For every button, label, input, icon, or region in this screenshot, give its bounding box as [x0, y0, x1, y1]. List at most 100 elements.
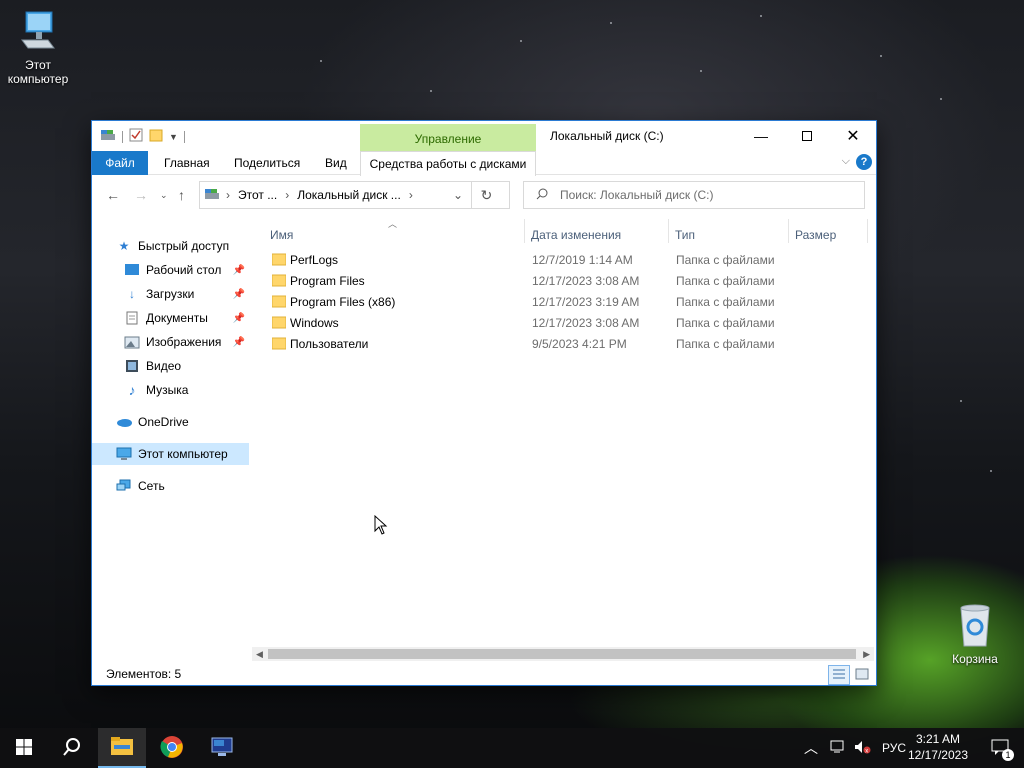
- file-type: Папка с файлами: [676, 336, 775, 351]
- new-folder-icon[interactable]: [149, 128, 163, 145]
- address-dropdown-icon[interactable]: ⌄: [453, 188, 463, 202]
- pin-icon[interactable]: 📌: [233, 265, 245, 276]
- file-date: 12/17/2023 3:08 AM: [532, 315, 640, 330]
- scrollbar-thumb[interactable]: [268, 649, 856, 659]
- video-icon: [124, 358, 140, 374]
- file-row[interactable]: Program Files 12/17/2023 3:08 AM Папка с…: [270, 270, 790, 291]
- breadcrumb-this-pc[interactable]: Этот ...: [238, 188, 277, 202]
- taskbar-remote-app[interactable]: [198, 728, 246, 768]
- nav-network[interactable]: Сеть: [116, 475, 273, 497]
- expand-ribbon-icon[interactable]: ⌵: [842, 155, 850, 168]
- desktop-icon-label: компьютер: [7, 72, 69, 86]
- nav-this-pc[interactable]: Этот компьютер: [92, 443, 249, 465]
- nav-videos[interactable]: Видео: [124, 355, 249, 377]
- tab-home[interactable]: Главная: [154, 151, 220, 175]
- file-row[interactable]: Program Files (x86) 12/17/2023 3:19 AM П…: [270, 291, 790, 312]
- qat-dropdown-icon[interactable]: ▼: [169, 132, 178, 142]
- desktop-icon-recycle-bin[interactable]: Корзина: [935, 602, 1015, 666]
- file-date: 12/17/2023 3:19 AM: [532, 294, 640, 309]
- maximize-icon: [802, 131, 812, 141]
- search-box[interactable]: Поиск: Локальный диск (C:): [523, 181, 865, 209]
- column-header-name[interactable]: Имя: [270, 228, 293, 242]
- breadcrumb-separator-icon[interactable]: ›: [409, 188, 413, 202]
- column-header-date[interactable]: Дата изменения: [531, 228, 621, 242]
- desktop-icon-label: Корзина: [952, 652, 998, 666]
- address-bar[interactable]: › Этот ... › Локальный диск ... › ⌄ ↻: [199, 181, 510, 209]
- notification-count-badge: 1: [1002, 748, 1014, 761]
- desktop-icon-this-pc[interactable]: Этот компьютер: [0, 10, 78, 86]
- breadcrumb-local-disk[interactable]: Локальный диск ...: [297, 188, 401, 202]
- nav-label: Документы: [146, 311, 208, 325]
- nav-downloads[interactable]: ↓ Загрузки 📌: [124, 283, 249, 305]
- clock-time: 3:21 AM: [915, 732, 960, 746]
- tab-share[interactable]: Поделиться: [224, 151, 310, 175]
- details-view-button[interactable]: [828, 665, 850, 685]
- file-name: Пользователи: [290, 336, 369, 351]
- nav-documents[interactable]: Документы 📌: [124, 307, 249, 329]
- taskbar-file-explorer[interactable]: [98, 728, 146, 768]
- volume-muted-icon[interactable]: x: [854, 740, 872, 757]
- help-icon[interactable]: ?: [856, 154, 872, 170]
- file-date: 12/7/2019 1:14 AM: [532, 252, 633, 267]
- nav-pictures[interactable]: Изображения 📌: [124, 331, 249, 353]
- nav-label: Музыка: [146, 383, 189, 397]
- file-row[interactable]: Пользователи 9/5/2023 4:21 PM Папка с фа…: [270, 333, 790, 354]
- column-header-type[interactable]: Тип: [675, 228, 695, 242]
- tab-drive-tools[interactable]: Средства работы с дисками: [360, 151, 536, 176]
- scroll-left-icon[interactable]: ◀: [256, 647, 263, 661]
- title-bar: ▼ Управление Локальный диск (C:) — ✕: [92, 121, 876, 151]
- download-arrow-icon: ↓: [129, 287, 135, 301]
- explorer-window: ▼ Управление Локальный диск (C:) — ✕ Фай…: [91, 120, 877, 686]
- file-name: Program Files: [290, 273, 365, 288]
- nav-onedrive[interactable]: OneDrive: [116, 411, 273, 433]
- properties-icon[interactable]: [129, 128, 143, 145]
- minimize-icon: —: [754, 128, 768, 144]
- minimize-button[interactable]: —: [738, 121, 784, 151]
- file-row[interactable]: Windows 12/17/2023 3:08 AM Папка с файла…: [270, 312, 790, 333]
- nav-label: Быстрый доступ: [138, 239, 230, 253]
- breadcrumb-separator-icon[interactable]: ›: [285, 188, 289, 202]
- breadcrumb-separator-icon[interactable]: ›: [226, 188, 230, 202]
- navigation-pane: ★ Быстрый доступ Рабочий стол 📌 ↓ Загруз…: [92, 215, 252, 665]
- pin-icon[interactable]: 📌: [233, 313, 245, 324]
- file-row[interactable]: PerfLogs 12/7/2019 1:14 AM Папка с файла…: [270, 249, 790, 270]
- refresh-icon[interactable]: ↻: [471, 182, 501, 208]
- search-icon: [62, 737, 82, 760]
- close-button[interactable]: ✕: [830, 121, 876, 151]
- desktop-icon: [124, 262, 140, 278]
- recent-locations-icon[interactable]: ⌄: [160, 190, 168, 201]
- nav-music[interactable]: ♪ Музыка: [124, 379, 249, 401]
- window-title: Локальный диск (C:): [550, 129, 664, 143]
- recycle-bin-icon: [955, 602, 995, 648]
- taskbar-chrome[interactable]: [148, 728, 196, 768]
- forward-arrow-icon[interactable]: →: [134, 187, 148, 203]
- tab-file[interactable]: Файл: [92, 151, 148, 175]
- search-button[interactable]: [48, 728, 96, 768]
- file-name: Windows: [290, 315, 339, 330]
- column-header-size[interactable]: Размер: [795, 228, 836, 242]
- pin-icon[interactable]: 📌: [233, 289, 245, 300]
- search-placeholder: Поиск: Локальный диск (C:): [560, 188, 714, 202]
- pin-icon[interactable]: 📌: [233, 337, 245, 348]
- computer-icon: [18, 10, 58, 54]
- tab-view[interactable]: Вид: [315, 151, 357, 175]
- context-tab-manage[interactable]: Управление: [360, 124, 536, 151]
- maximize-button[interactable]: [784, 121, 830, 151]
- back-arrow-icon[interactable]: ←: [106, 187, 120, 203]
- horizontal-scrollbar[interactable]: ◀ ▶: [252, 647, 874, 661]
- search-icon: [536, 188, 548, 203]
- up-arrow-icon[interactable]: ↑: [178, 187, 185, 203]
- close-icon: ✕: [846, 128, 860, 145]
- file-name: Program Files (x86): [290, 294, 396, 309]
- start-button[interactable]: [0, 728, 48, 768]
- show-hidden-icons-icon[interactable]: ︿: [804, 738, 818, 758]
- nav-desktop[interactable]: Рабочий стол 📌: [124, 259, 249, 281]
- nav-quick-access[interactable]: ★ Быстрый доступ: [116, 235, 273, 257]
- large-icons-view-button[interactable]: [851, 665, 873, 685]
- network-tray-icon[interactable]: [830, 740, 846, 757]
- action-center-button[interactable]: 1: [976, 728, 1024, 768]
- scroll-right-icon[interactable]: ▶: [863, 647, 870, 661]
- folder-icon: [272, 316, 286, 329]
- clock[interactable]: 3:21 AM 12/17/2023: [908, 731, 968, 763]
- language-indicator[interactable]: РУС: [882, 741, 906, 755]
